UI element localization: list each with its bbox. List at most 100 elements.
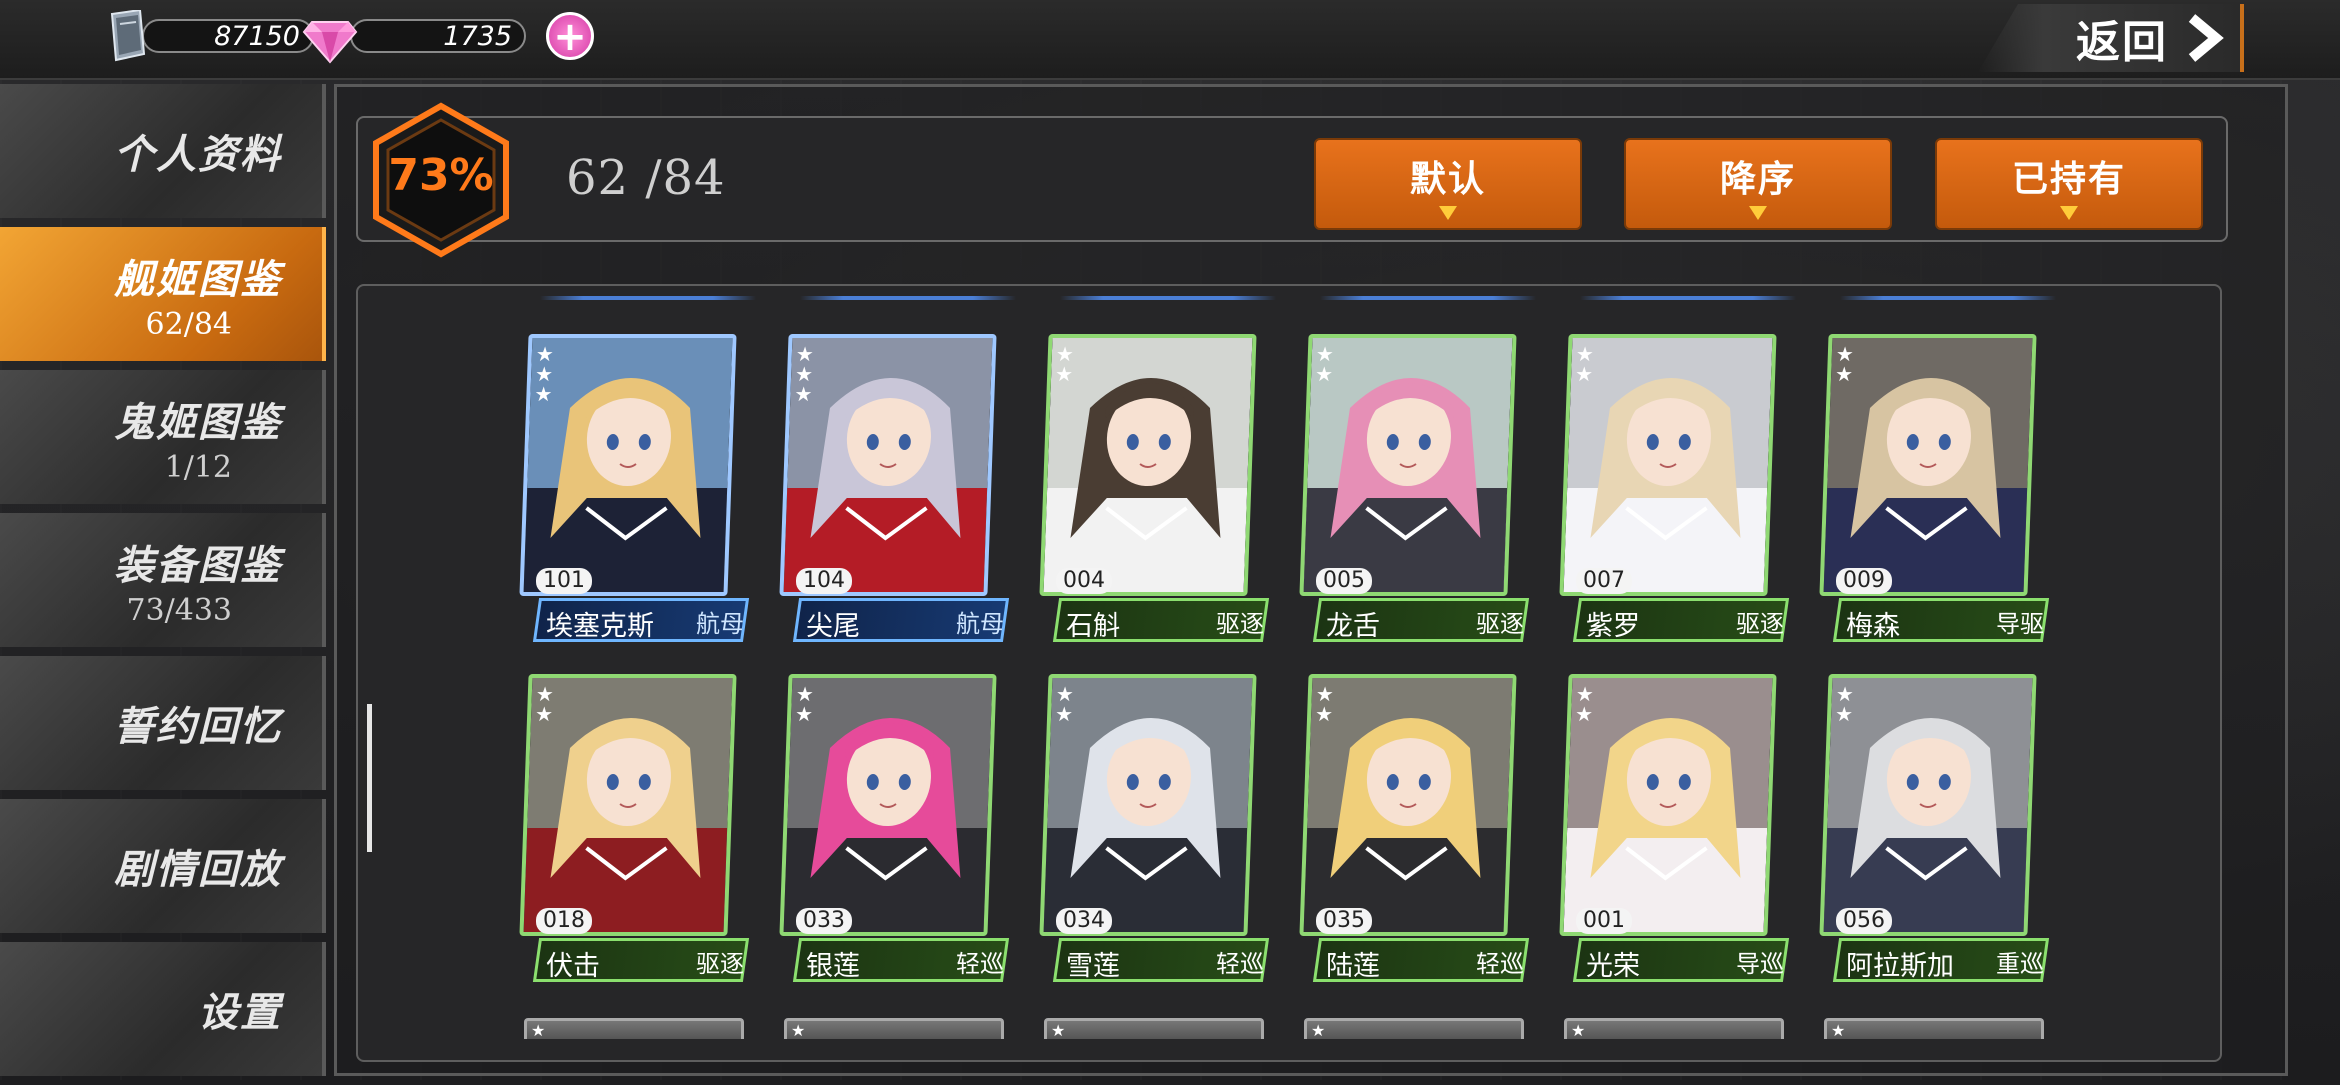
shipgirl-card[interactable]: ★ ★ 035 陆莲 轻巡 <box>1299 674 1530 994</box>
card-number: 056 <box>1836 908 1892 934</box>
card-partial[interactable]: ★ <box>1044 1018 1264 1039</box>
sort-default-dropdown[interactable]: 默认 <box>1314 138 1582 230</box>
row-top-edge <box>1060 296 1276 300</box>
owned-filter-dropdown[interactable]: 已持有 <box>1935 138 2203 230</box>
shipgirl-card[interactable]: ★ ★ 009 梅森 导驱 <box>1819 334 2050 654</box>
character-portrait <box>1563 678 1773 932</box>
shipgirl-card[interactable]: ★ ★ 001 光荣 导巡 <box>1559 674 1790 994</box>
sidebar-item-profile[interactable]: 个人资料 <box>0 84 326 218</box>
card-ship-type: 驱逐 <box>696 950 744 978</box>
sidebar-item-story-replay[interactable]: 剧情回放 <box>0 799 326 933</box>
card-portrait-frame: ★ ★ <box>1039 674 1257 936</box>
card-ship-type: 重巡 <box>1996 950 2044 978</box>
card-ship-type: 驱逐 <box>1476 610 1524 638</box>
card-name: 阿拉斯加 <box>1846 951 1954 982</box>
chevron-right-icon <box>2188 14 2224 62</box>
sidebar-item-label: 誓约回忆 <box>114 703 282 750</box>
sidebar-item-settings[interactable]: 设置 <box>0 942 326 1076</box>
sidebar-item-count: 62/84 <box>145 306 232 342</box>
card-name: 陆莲 <box>1326 951 1380 982</box>
card-ship-type: 航母 <box>696 610 744 638</box>
sidebar-item-oath-memories[interactable]: 誓约回忆 <box>0 656 326 790</box>
shipgirl-card[interactable]: ★ ★ 056 阿拉斯加 重巡 <box>1819 674 2050 994</box>
card-number: 104 <box>796 568 852 594</box>
character-portrait <box>1563 338 1773 592</box>
character-portrait <box>523 678 733 932</box>
rarity-stars: ★ ★ <box>1054 342 1075 386</box>
collection-count: 62 /84 <box>566 150 726 206</box>
row-top-edge <box>1580 296 1796 300</box>
plus-icon: + <box>553 14 587 60</box>
rarity-stars: ★ ★ <box>1314 342 1335 386</box>
rarity-stars: ★ ★ <box>1834 682 1855 726</box>
sidebar-item-label: 剧情回放 <box>114 846 282 893</box>
books-count: 87150 <box>142 19 314 53</box>
card-partial[interactable]: ★ <box>1564 1018 1784 1039</box>
rarity-stars: ★ ★ <box>534 682 555 726</box>
row-top-edge <box>1840 296 2056 300</box>
sort-order-dropdown[interactable]: 降序 <box>1624 138 1892 230</box>
shipgirl-card[interactable]: ★ ★ ★ 101 埃塞克斯 航母 <box>519 334 750 654</box>
card-portrait-frame: ★ ★ <box>1819 674 2037 936</box>
card-portrait-frame: ★ ★ <box>1299 334 1517 596</box>
caret-down-icon <box>1439 206 1457 220</box>
shipgirl-card[interactable]: ★ ★ 004 石斛 驱逐 <box>1039 334 1270 654</box>
card-number: 007 <box>1576 568 1632 594</box>
sidebar-item-label: 舰姬图鉴 <box>114 255 282 303</box>
card-name: 银莲 <box>806 951 860 982</box>
card-ship-type: 轻巡 <box>1476 950 1524 978</box>
sidebar-item-shipgirl-codex[interactable]: 舰姬图鉴 62/84 <box>0 227 326 361</box>
back-button[interactable]: 返回 <box>1978 4 2244 72</box>
filter-label: 默认 <box>1409 158 1486 200</box>
card-number: 033 <box>796 908 852 934</box>
gems-count: 1735 <box>350 19 526 53</box>
rarity-stars: ★ ★ <box>1574 682 1595 726</box>
character-portrait <box>783 678 993 932</box>
card-name: 光荣 <box>1586 951 1640 982</box>
book-stack-icon <box>106 8 150 62</box>
card-ship-type: 导驱 <box>1996 610 2044 638</box>
row-top-edge <box>1320 296 1536 300</box>
card-partial[interactable]: ★ <box>784 1018 1004 1039</box>
card-name: 尖尾 <box>806 611 860 642</box>
sidebar-item-count: 1/12 <box>164 449 232 485</box>
card-partial[interactable]: ★ <box>524 1018 744 1039</box>
card-ship-type: 轻巡 <box>1216 950 1264 978</box>
shipgirl-card[interactable]: ★ ★ 007 紫罗 驱逐 <box>1559 334 1790 654</box>
sidebar-item-equipment-codex[interactable]: 装备图鉴 73/433 <box>0 513 326 647</box>
shipgirl-card[interactable]: ★ ★ 005 龙舌 驱逐 <box>1299 334 1530 654</box>
card-partial[interactable]: ★ <box>1304 1018 1524 1039</box>
shipgirl-card[interactable]: ★ ★ 033 银莲 轻巡 <box>779 674 1010 994</box>
add-gems-button[interactable]: + <box>546 12 594 60</box>
character-portrait <box>783 338 993 592</box>
sidebar-item-ghost-codex[interactable]: 鬼姬图鉴 1/12 <box>0 370 326 504</box>
gems-resource: 1735 + <box>300 12 594 64</box>
shipgirl-card[interactable]: ★ ★ 034 雪莲 轻巡 <box>1039 674 1270 994</box>
sidebar-item-label: 个人资料 <box>114 131 282 178</box>
sidebar-item-label: 鬼姬图鉴 <box>114 398 282 446</box>
card-name: 梅森 <box>1846 611 1900 642</box>
card-portrait-frame: ★ ★ ★ <box>519 334 737 596</box>
scrollbar-thumb[interactable] <box>367 704 372 852</box>
card-name: 石斛 <box>1066 611 1120 642</box>
card-partial[interactable]: ★ <box>1824 1018 2044 1039</box>
completion-percent: 73% <box>388 150 494 201</box>
pink-diamond-icon <box>300 6 360 66</box>
books-resource: 87150 <box>106 8 314 62</box>
rarity-stars: ★ ★ <box>1314 682 1335 726</box>
rarity-stars: ★ ★ <box>1574 342 1595 386</box>
card-ship-type: 驱逐 <box>1216 610 1264 638</box>
card-name: 龙舌 <box>1326 611 1380 642</box>
rarity-stars: ★ ★ <box>794 682 815 726</box>
shipgirl-card[interactable]: ★ ★ ★ 104 尖尾 航母 <box>779 334 1010 654</box>
caret-down-icon <box>2060 206 2078 220</box>
card-ship-type: 航母 <box>956 610 1004 638</box>
sidebar-item-count: 73/433 <box>126 592 232 628</box>
character-portrait <box>1303 338 1513 592</box>
card-portrait-frame: ★ ★ <box>1559 674 1777 936</box>
card-number: 004 <box>1056 568 1112 594</box>
rarity-stars: ★ ★ ★ <box>534 342 555 406</box>
character-portrait <box>1303 678 1513 932</box>
card-name: 埃塞克斯 <box>546 611 654 642</box>
shipgirl-card[interactable]: ★ ★ 018 伏击 驱逐 <box>519 674 750 994</box>
